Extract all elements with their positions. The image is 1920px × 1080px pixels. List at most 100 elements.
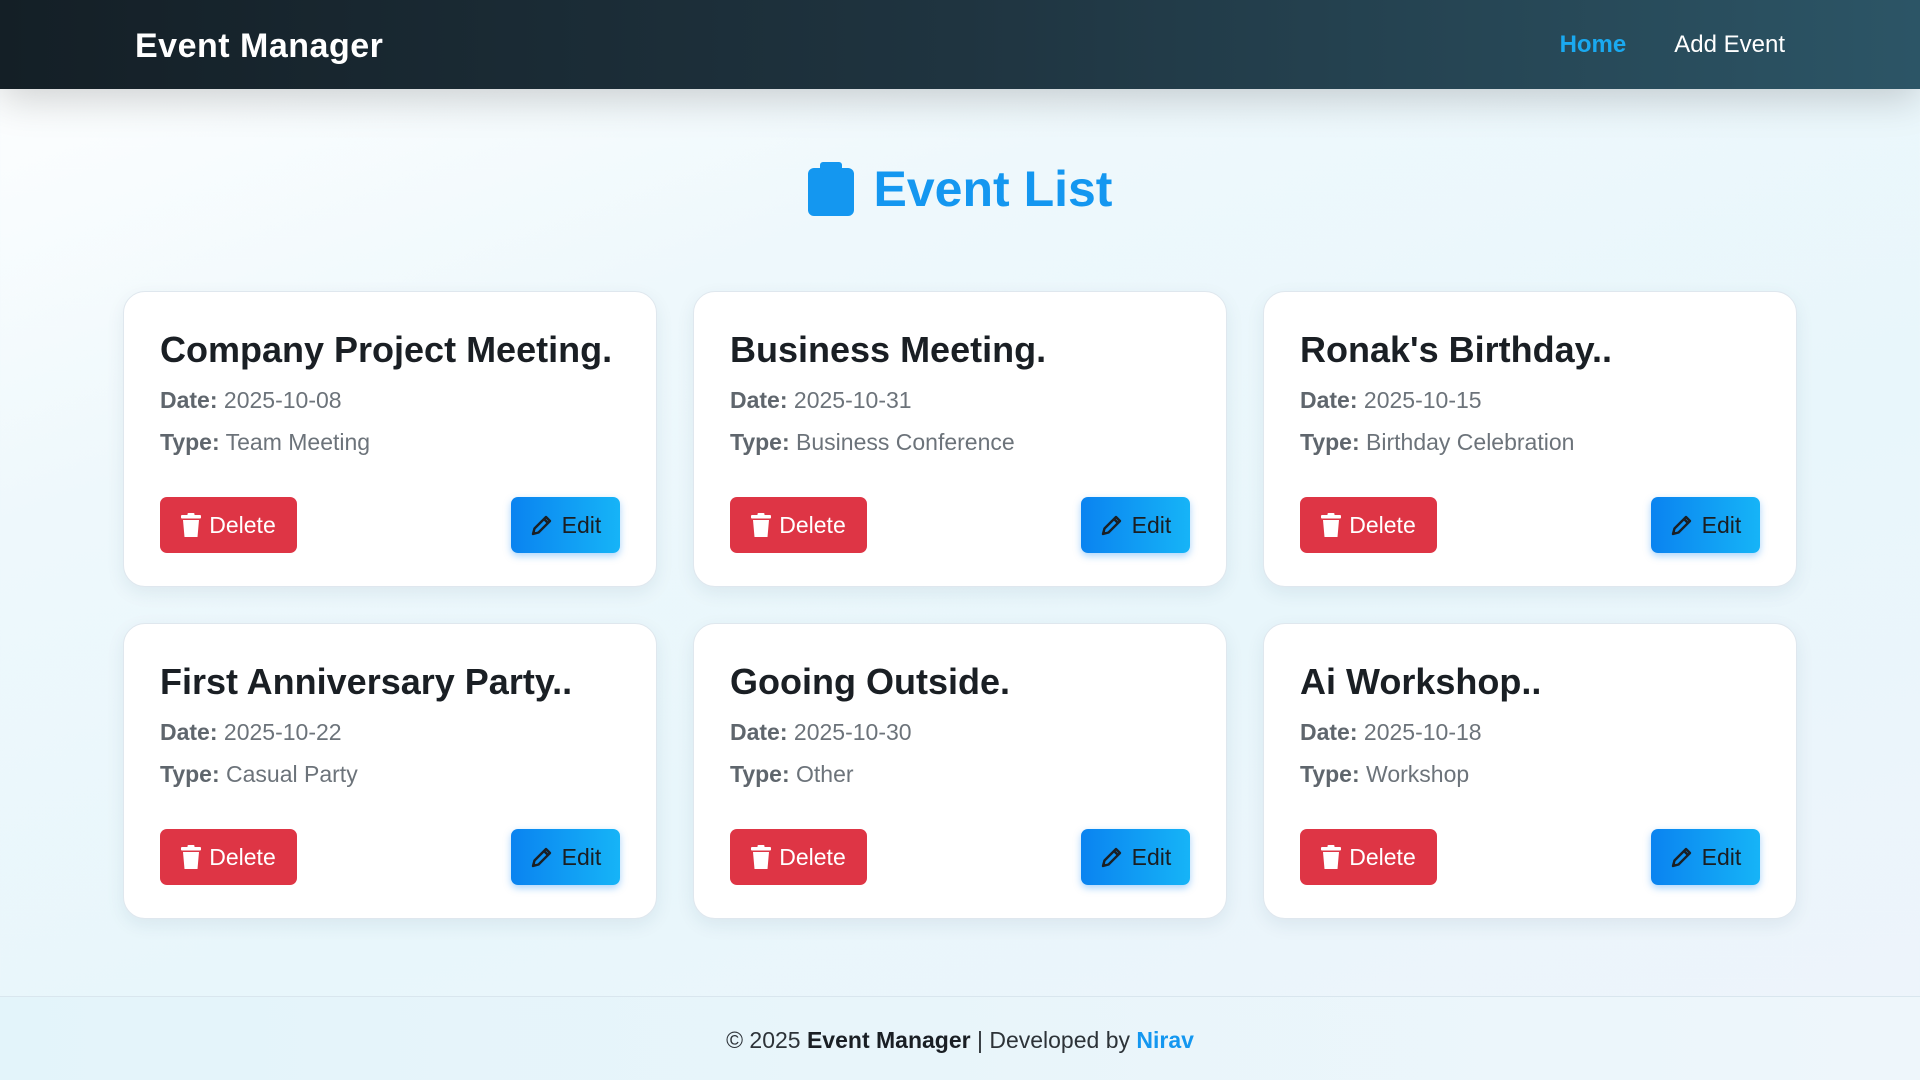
delete-button-label: Delete bbox=[1349, 843, 1416, 870]
date-label: Date: bbox=[160, 387, 218, 413]
delete-button[interactable]: Delete bbox=[730, 497, 867, 553]
event-type-line: Type: Team Meeting bbox=[160, 428, 620, 456]
edit-button-label: Edit bbox=[561, 511, 602, 538]
brand-logo-text[interactable]: Event Manager bbox=[135, 0, 383, 89]
event-card: Business Meeting. Date: 2025-10-31 Type:… bbox=[693, 291, 1227, 587]
edit-button-label: Edit bbox=[1131, 843, 1172, 870]
event-card: First Anniversary Party.. Date: 2025-10-… bbox=[123, 623, 657, 919]
type-label: Type: bbox=[160, 429, 220, 455]
event-title: First Anniversary Party.. bbox=[160, 661, 573, 702]
edit-button[interactable]: Edit bbox=[511, 829, 620, 885]
page-title-text: Event List bbox=[873, 161, 1113, 217]
trash-icon bbox=[181, 513, 202, 537]
event-date-line: Date: 2025-10-30 bbox=[730, 718, 1190, 746]
event-date: 2025-10-30 bbox=[793, 719, 912, 745]
edit-button-label: Edit bbox=[561, 843, 602, 870]
edit-button[interactable]: Edit bbox=[1651, 497, 1760, 553]
event-title: Gooing Outside. bbox=[730, 661, 1010, 702]
footer-developed-by: | Developed by bbox=[970, 1027, 1137, 1053]
nav-link-home[interactable]: Home bbox=[1560, 31, 1627, 59]
clipboard-icon bbox=[807, 162, 854, 216]
event-type: Other bbox=[796, 761, 854, 787]
type-label: Type: bbox=[730, 429, 790, 455]
edit-button-label: Edit bbox=[1701, 511, 1742, 538]
nav-link-add-event[interactable]: Add Event bbox=[1674, 31, 1785, 59]
card-actions: Delete Edit bbox=[730, 829, 1190, 885]
edit-button[interactable]: Edit bbox=[1081, 497, 1190, 553]
event-type: Casual Party bbox=[226, 761, 358, 787]
date-label: Date: bbox=[730, 719, 788, 745]
event-date: 2025-10-18 bbox=[1363, 719, 1482, 745]
event-card: Ronak's Birthday.. Date: 2025-10-15 Type… bbox=[1263, 291, 1797, 587]
pencil-icon bbox=[1100, 845, 1124, 869]
trash-icon bbox=[181, 845, 202, 869]
delete-button[interactable]: Delete bbox=[730, 829, 867, 885]
delete-button-label: Delete bbox=[779, 843, 846, 870]
card-actions: Delete Edit bbox=[730, 497, 1190, 553]
date-label: Date: bbox=[1300, 387, 1358, 413]
type-label: Type: bbox=[730, 761, 790, 787]
event-date: 2025-10-31 bbox=[793, 387, 912, 413]
pencil-icon bbox=[1670, 845, 1694, 869]
delete-button[interactable]: Delete bbox=[160, 829, 297, 885]
delete-button-label: Delete bbox=[779, 511, 846, 538]
event-title: Business Meeting. bbox=[730, 329, 1047, 370]
delete-button[interactable]: Delete bbox=[1300, 829, 1437, 885]
type-label: Type: bbox=[1300, 429, 1360, 455]
trash-icon bbox=[751, 513, 772, 537]
type-label: Type: bbox=[1300, 761, 1360, 787]
event-title: Ai Workshop.. bbox=[1300, 661, 1542, 702]
date-label: Date: bbox=[730, 387, 788, 413]
delete-button-label: Delete bbox=[1349, 511, 1416, 538]
event-type: Workshop bbox=[1366, 761, 1470, 787]
delete-button-label: Delete bbox=[209, 511, 276, 538]
event-card: Ai Workshop.. Date: 2025-10-18 Type: Wor… bbox=[1263, 623, 1797, 919]
event-date: 2025-10-08 bbox=[223, 387, 342, 413]
trash-icon bbox=[1321, 845, 1342, 869]
event-title: Company Project Meeting. bbox=[160, 329, 613, 370]
event-type: Team Meeting bbox=[225, 429, 371, 455]
event-type-line: Type: Casual Party bbox=[160, 760, 620, 788]
nav-links: Home Add Event bbox=[1560, 0, 1785, 89]
trash-icon bbox=[751, 845, 772, 869]
event-type-line: Type: Workshop bbox=[1300, 760, 1760, 788]
event-type: Birthday Celebration bbox=[1366, 429, 1575, 455]
card-actions: Delete Edit bbox=[1300, 829, 1760, 885]
card-actions: Delete Edit bbox=[160, 497, 620, 553]
footer-brand: Event Manager bbox=[806, 1027, 971, 1053]
pencil-icon bbox=[1100, 513, 1124, 537]
event-type-line: Type: Birthday Celebration bbox=[1300, 428, 1760, 456]
pencil-icon bbox=[530, 513, 554, 537]
event-title: Ronak's Birthday.. bbox=[1300, 329, 1612, 370]
event-card: Company Project Meeting. Date: 2025-10-0… bbox=[123, 291, 657, 587]
edit-button[interactable]: Edit bbox=[1651, 829, 1760, 885]
event-card: Gooing Outside. Date: 2025-10-30 Type: O… bbox=[693, 623, 1227, 919]
event-date-line: Date: 2025-10-18 bbox=[1300, 718, 1760, 746]
card-actions: Delete Edit bbox=[1300, 497, 1760, 553]
delete-button[interactable]: Delete bbox=[1300, 497, 1437, 553]
trash-icon bbox=[1321, 513, 1342, 537]
event-type: Business Conference bbox=[796, 429, 1015, 455]
card-actions: Delete Edit bbox=[160, 829, 620, 885]
pencil-icon bbox=[530, 845, 554, 869]
footer: © 2025 Event Manager | Developed by Nira… bbox=[0, 996, 1920, 1080]
footer-developer-link[interactable]: Nirav bbox=[1136, 1027, 1194, 1053]
date-label: Date: bbox=[160, 719, 218, 745]
edit-button[interactable]: Edit bbox=[511, 497, 620, 553]
top-navbar: Event Manager Home Add Event bbox=[0, 0, 1920, 89]
footer-copyright: © 2025 bbox=[726, 1027, 807, 1053]
page-title: Event List bbox=[0, 160, 1920, 218]
event-date: 2025-10-15 bbox=[1363, 387, 1482, 413]
event-grid: Company Project Meeting. Date: 2025-10-0… bbox=[123, 291, 1797, 919]
event-type-line: Type: Business Conference bbox=[730, 428, 1190, 456]
event-date: 2025-10-22 bbox=[223, 719, 342, 745]
type-label: Type: bbox=[160, 761, 220, 787]
event-date-line: Date: 2025-10-08 bbox=[160, 386, 620, 414]
pencil-icon bbox=[1670, 513, 1694, 537]
event-date-line: Date: 2025-10-22 bbox=[160, 718, 620, 746]
edit-button[interactable]: Edit bbox=[1081, 829, 1190, 885]
edit-button-label: Edit bbox=[1701, 843, 1742, 870]
delete-button-label: Delete bbox=[209, 843, 276, 870]
event-date-line: Date: 2025-10-15 bbox=[1300, 386, 1760, 414]
delete-button[interactable]: Delete bbox=[160, 497, 297, 553]
